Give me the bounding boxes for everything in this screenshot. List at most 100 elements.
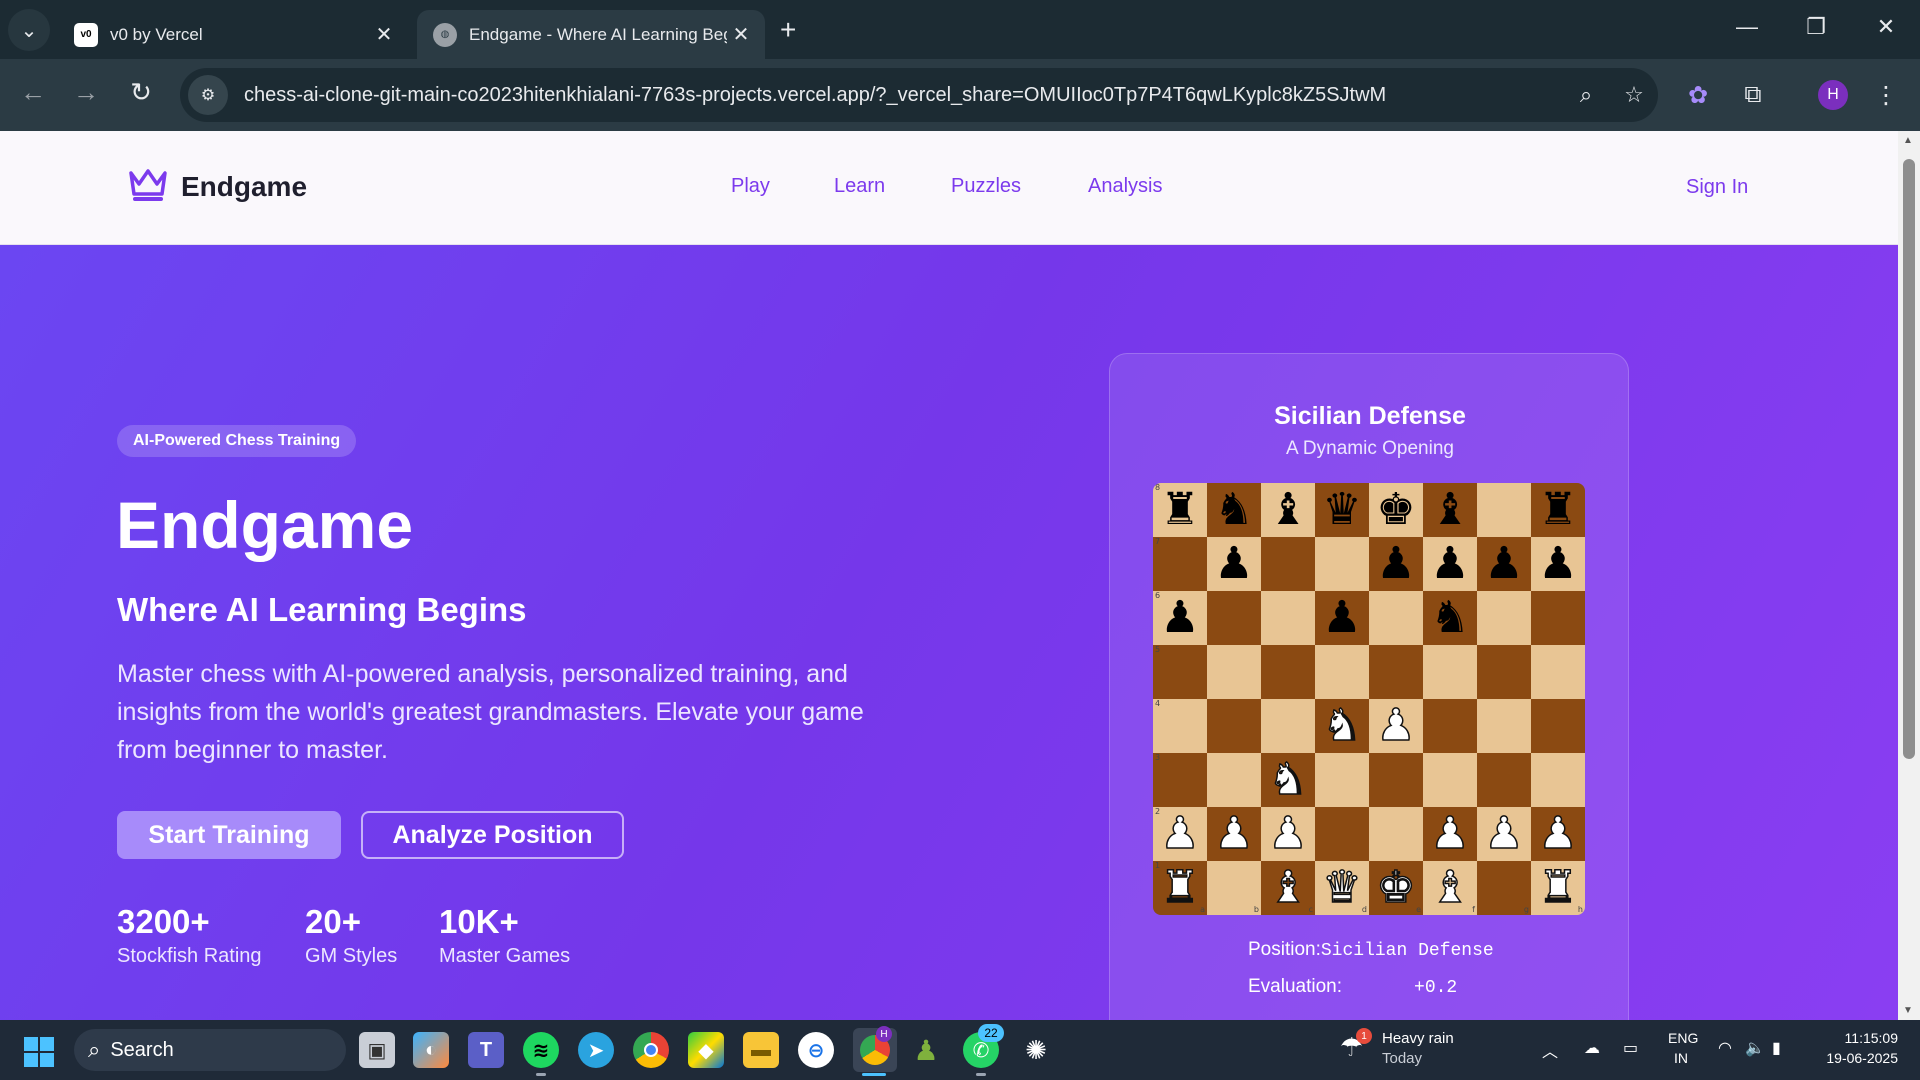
board-square-a4[interactable]: 4 [1153, 699, 1207, 753]
black-queen-icon[interactable]: ♛ [1322, 488, 1361, 532]
board-square-c1[interactable]: c ♝ [1261, 861, 1315, 915]
black-rook-icon[interactable]: ♜ [1538, 488, 1577, 532]
board-square-g8[interactable] [1477, 483, 1531, 537]
scroll-up-arrow-icon[interactable]: ▲ [1903, 135, 1913, 146]
black-rook-icon[interactable]: ♜ [1160, 488, 1199, 532]
black-bishop-icon[interactable]: ♝ [1430, 488, 1469, 532]
white-pawn-icon[interactable]: ♟ [1484, 811, 1525, 857]
black-knight-icon[interactable]: ♞ [1214, 488, 1253, 532]
board-square-h7[interactable]: ♟ [1531, 537, 1585, 591]
close-window-icon[interactable]: ✕ [1866, 14, 1906, 40]
tab-v0[interactable]: v0 v0 by Vercel ✕ [58, 10, 408, 59]
black-knight-icon[interactable]: ♞ [1430, 596, 1469, 640]
board-square-h4[interactable] [1531, 699, 1585, 753]
board-square-e5[interactable] [1369, 645, 1423, 699]
windows-start-icon[interactable] [24, 1037, 54, 1067]
black-king-icon[interactable]: ♚ [1376, 488, 1415, 532]
board-square-d4[interactable]: ♞ [1315, 699, 1369, 753]
board-square-c6[interactable] [1261, 591, 1315, 645]
close-tab-icon[interactable]: ✕ [727, 22, 755, 47]
board-square-f2[interactable]: ♟ [1423, 807, 1477, 861]
reload-icon[interactable]: ↻ [121, 77, 161, 108]
board-square-e6[interactable] [1369, 591, 1423, 645]
board-square-b7[interactable]: ♟ [1207, 537, 1261, 591]
tablet-mode-icon[interactable]: ▭ [1623, 1038, 1638, 1058]
extensions-puzzle-icon[interactable]: ⧉ [1733, 75, 1773, 115]
board-square-e3[interactable] [1369, 753, 1423, 807]
board-square-e4[interactable]: ♟ [1369, 699, 1423, 753]
board-square-d6[interactable]: ♟ [1315, 591, 1369, 645]
white-pawn-icon[interactable]: ♟ [1214, 811, 1255, 857]
white-pawn-icon[interactable]: ♟ [1160, 811, 1201, 857]
clock[interactable]: 11:15:09 19-06-2025 [1818, 1030, 1898, 1066]
taskbar-search[interactable]: ⌕ Search [74, 1029, 346, 1071]
white-pawn-icon[interactable]: ♟ [1376, 703, 1417, 749]
board-square-g2[interactable]: ♟ [1477, 807, 1531, 861]
board-square-b2[interactable]: ♟ [1207, 807, 1261, 861]
board-square-g4[interactable] [1477, 699, 1531, 753]
board-square-e2[interactable] [1369, 807, 1423, 861]
board-square-a7[interactable]: 7 [1153, 537, 1207, 591]
white-bishop-icon[interactable]: ♝ [1268, 865, 1309, 911]
white-queen-icon[interactable]: ♛ [1322, 865, 1363, 911]
white-rook-icon[interactable]: ♜ [1160, 865, 1201, 911]
brand-name[interactable]: Endgame [181, 171, 307, 203]
white-knight-icon[interactable]: ♞ [1322, 703, 1363, 749]
board-square-d3[interactable] [1315, 753, 1369, 807]
nav-learn[interactable]: Learn [834, 175, 885, 198]
black-bishop-icon[interactable]: ♝ [1268, 488, 1307, 532]
black-pawn-icon[interactable]: ♟ [1430, 542, 1469, 586]
board-square-f3[interactable] [1423, 753, 1477, 807]
board-square-c8[interactable]: ♝ [1261, 483, 1315, 537]
board-square-a5[interactable]: 5 [1153, 645, 1207, 699]
board-square-e7[interactable]: ♟ [1369, 537, 1423, 591]
nav-play[interactable]: Play [731, 175, 770, 198]
forward-arrow-icon[interactable]: → [66, 77, 106, 108]
black-pawn-icon[interactable]: ♟ [1160, 596, 1199, 640]
folder-icon[interactable]: ▬ [743, 1032, 779, 1068]
chatgpt-icon[interactable]: ✺ [1018, 1032, 1054, 1068]
board-square-g5[interactable] [1477, 645, 1531, 699]
board-square-c3[interactable]: ♞ [1261, 753, 1315, 807]
white-king-icon[interactable]: ♚ [1376, 865, 1417, 911]
board-square-b4[interactable] [1207, 699, 1261, 753]
wifi-icon[interactable]: ◠ [1718, 1038, 1732, 1058]
teams-icon[interactable]: T [468, 1032, 504, 1068]
board-square-d1[interactable]: d ♛ [1315, 861, 1369, 915]
board-square-h8[interactable]: ♜ [1531, 483, 1585, 537]
volume-icon[interactable]: 🔈 [1745, 1038, 1765, 1058]
page-scrollbar[interactable]: ▲ ▼ [1898, 131, 1920, 1020]
bluestacks-icon[interactable]: ◆ [688, 1032, 724, 1068]
restore-icon[interactable]: ❐ [1796, 14, 1836, 40]
board-square-b1[interactable]: b [1207, 861, 1261, 915]
board-square-b5[interactable] [1207, 645, 1261, 699]
board-square-c5[interactable] [1261, 645, 1315, 699]
white-pawn-icon[interactable]: ♟ [1538, 811, 1579, 857]
kebab-menu-icon[interactable]: ⋮ [1866, 75, 1906, 115]
scrollbar-thumb[interactable] [1903, 159, 1915, 759]
tab-search-chevron-icon[interactable]: ⌄ [8, 9, 50, 51]
board-square-d7[interactable] [1315, 537, 1369, 591]
board-square-c2[interactable]: ♟ [1261, 807, 1315, 861]
board-square-f8[interactable]: ♝ [1423, 483, 1477, 537]
board-square-e8[interactable]: ♚ [1369, 483, 1423, 537]
site-info-icon[interactable]: ⚙ [188, 75, 228, 115]
black-pawn-icon[interactable]: ♟ [1322, 596, 1361, 640]
board-square-f6[interactable]: ♞ [1423, 591, 1477, 645]
bookmark-star-icon[interactable]: ☆ [1610, 82, 1658, 108]
board-square-d2[interactable] [1315, 807, 1369, 861]
edge-icon[interactable]: ⊖ [798, 1032, 834, 1068]
board-square-f4[interactable] [1423, 699, 1477, 753]
board-square-h6[interactable] [1531, 591, 1585, 645]
address-bar[interactable]: ⚙ chess-ai-clone-git-main-co2023hitenkhi… [180, 68, 1658, 122]
telegram-icon[interactable]: ➤ [578, 1032, 614, 1068]
chess-icon[interactable]: ♟ [908, 1032, 944, 1068]
board-square-h3[interactable] [1531, 753, 1585, 807]
board-square-b6[interactable] [1207, 591, 1261, 645]
scroll-down-arrow-icon[interactable]: ▼ [1903, 1005, 1913, 1016]
start-training-button[interactable]: Start Training [117, 811, 341, 859]
profile-avatar[interactable]: H [1818, 80, 1848, 110]
black-pawn-icon[interactable]: ♟ [1484, 542, 1523, 586]
tab-endgame[interactable]: ◍ Endgame - Where AI Learning Beg ✕ [417, 10, 765, 59]
nav-analysis[interactable]: Analysis [1088, 175, 1162, 198]
